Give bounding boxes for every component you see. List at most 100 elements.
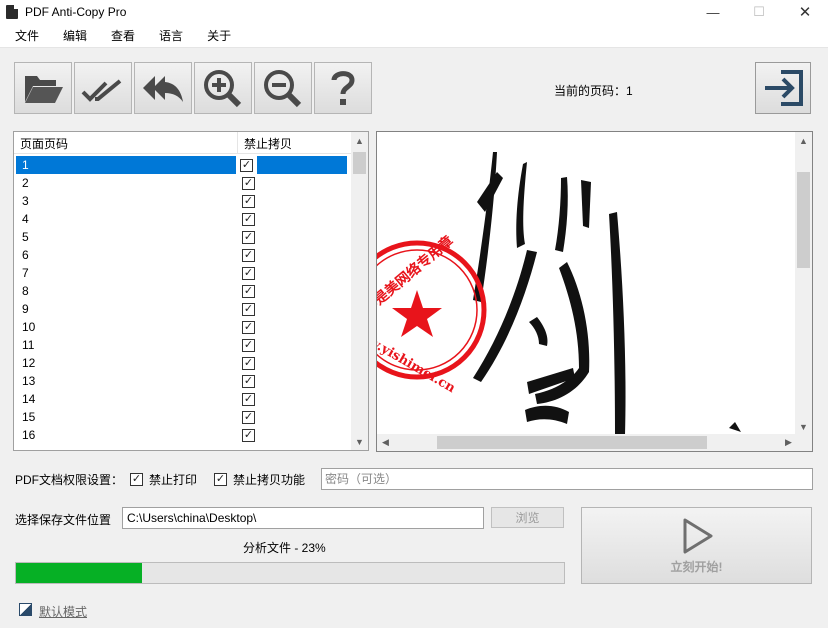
no-copy-option[interactable]: ✓ 禁止拷贝功能 <box>214 471 305 488</box>
table-row[interactable]: 4 ✓ <box>14 210 352 228</box>
menu-bar: 文件 编辑 查看 语言 关于 <box>0 24 828 48</box>
no-print-checkbox[interactable]: ✓ <box>130 473 143 486</box>
menu-view[interactable]: 查看 <box>102 27 144 44</box>
table-row[interactable]: 11 ✓ <box>14 336 352 354</box>
window-title: PDF Anti-Copy Pro <box>25 5 127 19</box>
exit-button[interactable] <box>755 62 811 114</box>
scroll-up-icon[interactable]: ▲ <box>351 132 368 149</box>
column-header-no-copy[interactable]: 禁止拷贝 <box>238 132 352 154</box>
calligraphy-image <box>473 152 741 435</box>
page-list[interactable]: 页面页码 禁止拷贝 1 ✓ 2 ✓ 3 ✓ 4 ✓ 5 ✓ 6 ✓ 7 ✓ 8 ✓ 9 ✓ 10 ✓ 11 ✓ 12 ✓ 13 ✓… <box>13 131 369 451</box>
scroll-up-icon[interactable]: ▲ <box>795 132 812 149</box>
help-button[interactable] <box>314 62 372 114</box>
no-copy-cell: ✓ <box>238 408 352 426</box>
no-copy-checkbox[interactable]: ✓ <box>214 473 227 486</box>
toolbar <box>14 62 374 114</box>
check-all-button[interactable] <box>74 62 132 114</box>
no-copy-checkbox[interactable]: ✓ <box>242 284 255 298</box>
table-row[interactable]: 16 ✓ <box>14 426 352 444</box>
no-print-option[interactable]: ✓ 禁止打印 <box>130 471 197 488</box>
table-row[interactable]: 7 ✓ <box>14 264 352 282</box>
table-row[interactable]: 12 ✓ <box>14 354 352 372</box>
table-row[interactable]: 5 ✓ <box>14 228 352 246</box>
start-button[interactable]: 立刻开始! <box>581 507 812 584</box>
no-copy-checkbox[interactable]: ✓ <box>242 392 255 406</box>
no-copy-checkbox[interactable]: ✓ <box>242 194 255 208</box>
scroll-thumb[interactable] <box>353 152 366 174</box>
no-copy-checkbox[interactable]: ✓ <box>242 410 255 424</box>
list-scrollbar[interactable]: ▲ ▼ <box>351 132 368 450</box>
no-copy-cell: ✓ <box>238 228 352 246</box>
table-row[interactable]: 3 ✓ <box>14 192 352 210</box>
column-header-page[interactable]: 页面页码 <box>14 132 238 154</box>
page-number-cell: 3 <box>22 194 29 208</box>
table-row[interactable]: 14 ✓ <box>14 390 352 408</box>
open-file-button[interactable] <box>14 62 72 114</box>
no-copy-checkbox[interactable]: ✓ <box>242 338 255 352</box>
no-copy-cell: ✓ <box>238 318 352 336</box>
no-copy-checkbox[interactable]: ✓ <box>242 266 255 280</box>
scroll-left-icon[interactable]: ◀ <box>377 434 394 451</box>
reply-all-button[interactable] <box>134 62 192 114</box>
page-number-cell: 1 <box>16 156 236 174</box>
no-copy-cell: ✓ <box>238 192 352 210</box>
list-rows: 1 ✓ 2 ✓ 3 ✓ 4 ✓ 5 ✓ 6 ✓ 7 ✓ 8 ✓ 9 ✓ 10 ✓ 11 ✓ 12 ✓ 13 ✓ 14 ✓ 15 ✓ 16 ✓ <box>14 156 352 444</box>
exit-icon <box>765 70 803 106</box>
zoom-in-button[interactable] <box>194 62 252 114</box>
no-copy-cell: ✓ <box>238 246 352 264</box>
no-copy-cell: ✓ <box>238 426 352 444</box>
no-copy-checkbox[interactable]: ✓ <box>240 158 253 172</box>
no-copy-checkbox[interactable]: ✓ <box>242 302 255 316</box>
page-number-cell: 2 <box>22 176 29 190</box>
default-mode-link[interactable]: 默认模式 <box>39 603 87 620</box>
table-row[interactable]: 13 ✓ <box>14 372 352 390</box>
seal-stamp: 亦是美网络专用章 www.yishimei.cn <box>377 232 487 396</box>
page-number-cell: 7 <box>22 266 29 280</box>
table-row[interactable]: 8 ✓ <box>14 282 352 300</box>
table-row[interactable]: 1 ✓ <box>14 156 352 174</box>
page-preview[interactable]: 亦是美网络专用章 www.yishimei.cn ▲ ▼ ◀ ▶ <box>376 131 813 452</box>
no-copy-checkbox[interactable]: ✓ <box>242 356 255 370</box>
table-row[interactable]: 15 ✓ <box>14 408 352 426</box>
scroll-down-icon[interactable]: ▼ <box>795 418 812 435</box>
table-row[interactable]: 9 ✓ <box>14 300 352 318</box>
table-row[interactable]: 6 ✓ <box>14 246 352 264</box>
no-copy-cell: ✓ <box>238 210 352 228</box>
page-number-cell: 8 <box>22 284 29 298</box>
no-copy-cell: ✓ <box>236 156 350 174</box>
page-number-cell: 12 <box>22 356 36 370</box>
close-button[interactable]: ✕ <box>782 0 828 24</box>
zoom-out-button[interactable] <box>254 62 312 114</box>
password-input[interactable] <box>321 468 813 490</box>
menu-language[interactable]: 语言 <box>150 27 192 44</box>
no-copy-checkbox[interactable]: ✓ <box>242 212 255 226</box>
no-copy-cell: ✓ <box>238 390 352 408</box>
save-path-input[interactable] <box>122 507 484 529</box>
menu-file[interactable]: 文件 <box>6 27 48 44</box>
preview-horizontal-scrollbar[interactable]: ◀ ▶ <box>377 434 797 451</box>
zoom-out-icon <box>264 70 302 108</box>
menu-about[interactable]: 关于 <box>198 27 240 44</box>
preview-hscroll-thumb[interactable] <box>437 436 707 449</box>
page-number-cell: 5 <box>22 230 29 244</box>
menu-edit[interactable]: 编辑 <box>54 27 96 44</box>
play-icon <box>683 518 712 554</box>
start-button-label: 立刻开始! <box>670 560 723 574</box>
table-row[interactable]: 10 ✓ <box>14 318 352 336</box>
no-copy-checkbox[interactable]: ✓ <box>242 176 255 190</box>
no-copy-checkbox[interactable]: ✓ <box>242 320 255 334</box>
minimize-button[interactable]: — <box>690 0 736 24</box>
no-copy-checkbox[interactable]: ✓ <box>242 230 255 244</box>
no-copy-checkbox[interactable]: ✓ <box>242 248 255 262</box>
maximize-button[interactable]: ☐ <box>736 0 782 24</box>
no-copy-checkbox[interactable]: ✓ <box>242 428 255 442</box>
preview-vertical-scrollbar[interactable]: ▲ ▼ <box>795 132 812 435</box>
table-row[interactable]: 2 ✓ <box>14 174 352 192</box>
save-location-label: 选择保存文件位置 <box>15 513 112 527</box>
mode-icon <box>19 603 32 616</box>
scrollbar-corner <box>795 434 812 451</box>
no-copy-checkbox[interactable]: ✓ <box>242 374 255 388</box>
scroll-down-icon[interactable]: ▼ <box>351 433 368 450</box>
preview-vscroll-thumb[interactable] <box>797 172 810 268</box>
browse-button[interactable]: 浏览 <box>491 507 564 528</box>
